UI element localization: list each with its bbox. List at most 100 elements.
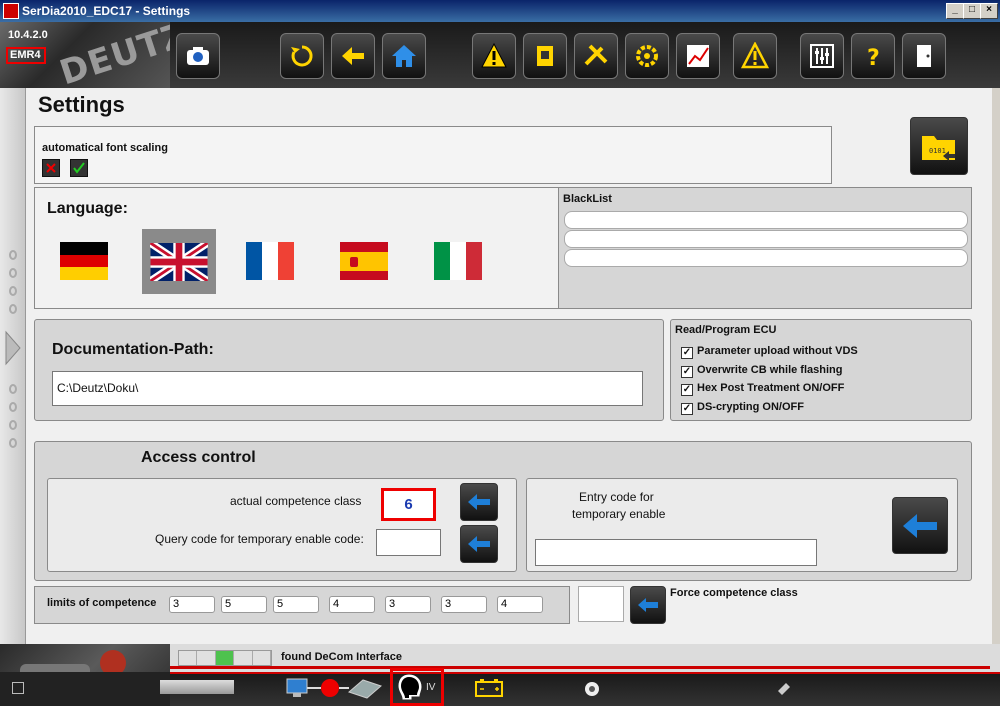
documentation-path-input[interactable]: C:\Deutz\Doku\ xyxy=(52,371,643,406)
font-scaling-off-button[interactable] xyxy=(42,159,60,177)
battery-icon xyxy=(475,679,503,697)
access-control-title: Access control xyxy=(141,449,256,466)
home-icon[interactable] xyxy=(382,33,426,79)
entry-code-input[interactable] xyxy=(535,539,817,566)
limit-input[interactable]: 5 xyxy=(221,596,267,613)
blacklist-row[interactable] xyxy=(564,211,968,229)
progress-segment xyxy=(179,651,198,665)
flag-gb-button[interactable] xyxy=(142,229,216,294)
cross-icon xyxy=(46,163,56,173)
force-competence-button[interactable] xyxy=(630,586,666,624)
left-binder-strip xyxy=(0,88,26,644)
limit-input[interactable]: 3 xyxy=(441,596,487,613)
binder-ring xyxy=(9,304,17,314)
help-icon[interactable]: ? xyxy=(851,33,895,79)
competence-submit-button[interactable] xyxy=(460,483,498,521)
binder-ring xyxy=(9,402,17,412)
germany-flag-icon xyxy=(60,242,108,281)
flag-de-button[interactable] xyxy=(58,235,110,287)
limit-input[interactable]: 3 xyxy=(169,596,215,613)
documentation-label: Documentation-Path: xyxy=(52,341,214,358)
font-scaling-section xyxy=(34,126,832,184)
option-label: DS-crypting ON/OFF xyxy=(697,401,804,413)
flag-fr-button[interactable] xyxy=(244,235,296,287)
head-profile-icon xyxy=(398,674,422,700)
engine-gear-icon[interactable] xyxy=(625,33,669,79)
camera-icon[interactable] xyxy=(176,33,220,79)
title-bar: SerDia2010_EDC17 - Settings _ □ × xyxy=(0,0,1000,22)
mode-indicator[interactable]: IV xyxy=(390,668,444,706)
force-competence-input[interactable] xyxy=(578,586,624,622)
mode-label: IV xyxy=(426,681,436,693)
flag-es-button[interactable] xyxy=(338,235,390,287)
competence-subpanel xyxy=(47,478,517,572)
checkbox-checked[interactable]: ✓ xyxy=(681,347,693,359)
svg-text:?: ? xyxy=(867,46,880,70)
progress-segment xyxy=(252,651,272,665)
query-code-submit-button[interactable] xyxy=(460,525,498,563)
blacklist-row[interactable] xyxy=(564,249,968,267)
chart-icon[interactable] xyxy=(676,33,720,79)
entry-code-label-1: Entry code for xyxy=(579,490,654,504)
arrow-left-icon xyxy=(468,494,490,510)
blacklist-section xyxy=(558,187,972,309)
status-divider xyxy=(170,666,990,669)
alert-icon[interactable] xyxy=(733,33,777,79)
binder-ring xyxy=(9,286,17,296)
blacklist-label: BlackList xyxy=(563,193,612,205)
warning-icon[interactable] xyxy=(472,33,516,79)
binder-ring xyxy=(9,268,17,278)
close-button[interactable]: × xyxy=(980,3,998,19)
exit-door-icon[interactable] xyxy=(902,33,946,79)
tools-icon[interactable] xyxy=(574,33,618,79)
competence-label: actual competence class xyxy=(230,494,362,508)
taskbar-left xyxy=(0,672,170,706)
query-code-input[interactable] xyxy=(376,529,441,556)
option-ds-crypting[interactable]: ✓ DS-crypting ON/OFF xyxy=(681,401,804,415)
minimize-button[interactable]: _ xyxy=(946,3,964,19)
checkbox-checked[interactable]: ✓ xyxy=(681,366,693,378)
back-arrow-icon[interactable] xyxy=(331,33,375,79)
open-folder-button[interactable]: 0101 xyxy=(910,117,968,175)
refresh-icon[interactable] xyxy=(280,33,324,79)
engine-status-icon xyxy=(585,682,599,696)
module-badge: EMR4 xyxy=(6,47,46,64)
tool-status-icon xyxy=(778,683,790,695)
option-parameter-upload[interactable]: ✓ Parameter upload without VDS xyxy=(681,345,858,359)
progress-segment-active xyxy=(215,651,235,665)
version-label: 10.4.2.0 xyxy=(8,29,48,41)
brand-logo: DEUTZ xyxy=(55,22,170,88)
limit-input[interactable]: 4 xyxy=(329,596,375,613)
checkbox-checked[interactable]: ✓ xyxy=(681,384,693,396)
window-title: SerDia2010_EDC17 - Settings xyxy=(22,4,191,18)
slider-track[interactable] xyxy=(160,680,234,694)
binder-ring xyxy=(9,384,17,394)
maximize-button[interactable]: □ xyxy=(963,3,981,19)
france-flag-icon xyxy=(246,242,294,280)
font-scaling-label: automatical font scaling xyxy=(42,142,168,154)
binder-ring xyxy=(9,420,17,430)
interface-status-text: found DeCom Interface xyxy=(281,651,403,663)
svg-text:0101: 0101 xyxy=(929,147,946,155)
expand-arrow-icon[interactable] xyxy=(4,330,22,366)
arrow-left-icon xyxy=(468,536,490,552)
checkbox-checked[interactable]: ✓ xyxy=(681,403,693,415)
option-overwrite-cb[interactable]: ✓ Overwrite CB while flashing xyxy=(681,364,842,378)
limit-input[interactable]: 5 xyxy=(273,596,319,613)
limit-input[interactable]: 4 xyxy=(497,596,543,613)
arrow-left-icon xyxy=(903,513,937,538)
flag-it-button[interactable] xyxy=(432,235,484,287)
option-label: Parameter upload without VDS xyxy=(697,345,858,357)
entry-code-submit-button[interactable] xyxy=(892,497,948,554)
ecu-chip-icon[interactable] xyxy=(523,33,567,79)
resize-grip-icon[interactable] xyxy=(12,682,24,694)
language-label: Language: xyxy=(47,200,128,217)
limit-input[interactable]: 3 xyxy=(385,596,431,613)
sliders-icon[interactable] xyxy=(800,33,844,79)
blacklist-row[interactable] xyxy=(564,230,968,248)
font-scaling-on-button[interactable] xyxy=(70,159,88,177)
page-title: Settings xyxy=(38,92,125,117)
app-icon xyxy=(3,3,19,19)
option-hex-post-treatment[interactable]: ✓ Hex Post Treatment ON/OFF xyxy=(681,382,844,396)
query-code-label: Query code for temporary enable code: xyxy=(155,532,364,546)
